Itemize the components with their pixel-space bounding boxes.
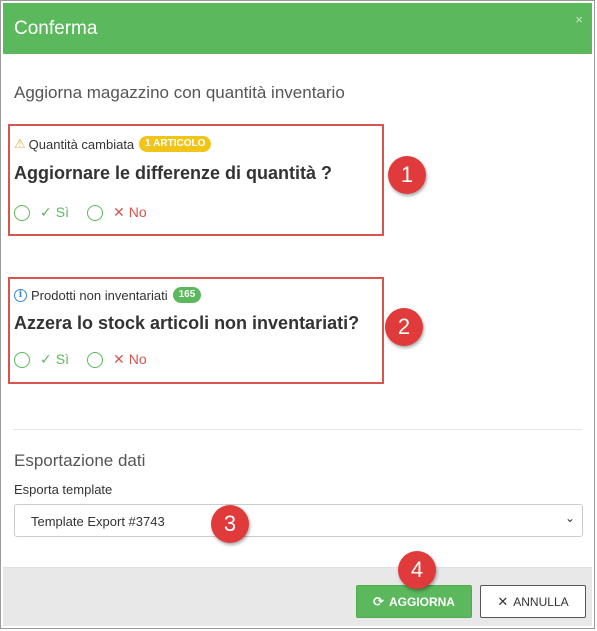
non-inventoried-label-row: i Prodotti non inventariati 165 bbox=[14, 287, 202, 303]
cancel-button-label: ANNULLA bbox=[513, 594, 569, 609]
close-icon[interactable]: × bbox=[575, 12, 583, 27]
confirm-dialog: Conferma × Aggiorna magazzino con quanti… bbox=[0, 0, 595, 629]
check-icon: ✓ bbox=[40, 351, 52, 367]
cross-icon: ✕ bbox=[112, 204, 125, 220]
dialog-subtitle: Aggiorna magazzino con quantità inventar… bbox=[14, 83, 345, 102]
update-differences-question: Aggiornare le differenze di quantità ? bbox=[14, 163, 333, 183]
quantity-changed-label-row: ⚠ Quantità cambiata 1 ARTICOLO bbox=[14, 136, 212, 152]
reset-stock-question: Azzera lo stock articoli non inventariat… bbox=[14, 313, 360, 333]
update-differences-no-option[interactable]: ✕ No bbox=[113, 204, 147, 221]
yes-label: Sì bbox=[55, 204, 69, 220]
update-differences-yes-radio[interactable] bbox=[14, 204, 30, 221]
export-template-select[interactable]: Template Export #3743 ⌄ bbox=[14, 504, 583, 537]
reset-stock-options: ✓ Sì ✕ No bbox=[14, 351, 147, 368]
step-marker-3: 3 bbox=[211, 505, 249, 543]
update-differences-yes-option[interactable]: ✓ Sì bbox=[40, 204, 69, 221]
no-label: No bbox=[128, 204, 147, 220]
article-count-badge: 1 ARTICOLO bbox=[139, 136, 212, 152]
step-marker-2: 2 bbox=[385, 308, 423, 346]
step-marker-1: 1 bbox=[388, 156, 426, 194]
dialog-title: Conferma bbox=[14, 18, 98, 39]
export-template-value: Template Export #3743 bbox=[31, 514, 165, 529]
non-inventoried-label: Prodotti non inventariati bbox=[31, 287, 168, 303]
step-marker-4: 4 bbox=[398, 551, 436, 589]
section-divider bbox=[13, 429, 582, 430]
dialog-header: Conferma × bbox=[3, 3, 592, 54]
update-differences-options: ✓ Sì ✕ No bbox=[14, 204, 147, 221]
non-inventoried-section: i Prodotti non inventariati 165 Azzera l… bbox=[8, 277, 384, 384]
close-icon: ✕ bbox=[497, 593, 509, 609]
reset-stock-yes-radio[interactable] bbox=[14, 351, 30, 368]
quantity-changed-section: ⚠ Quantità cambiata 1 ARTICOLO Aggiornar… bbox=[8, 124, 384, 236]
update-button[interactable]: ⟳ AGGIORNA bbox=[356, 585, 472, 618]
update-differences-no-radio[interactable] bbox=[86, 204, 103, 221]
reset-stock-yes-option[interactable]: ✓ Sì bbox=[40, 351, 69, 368]
cancel-button[interactable]: ✕ ANNULLA bbox=[480, 585, 586, 618]
export-section-title: Esportazione dati bbox=[14, 451, 146, 470]
warning-icon: ⚠ bbox=[14, 136, 26, 151]
reset-stock-no-option[interactable]: ✕ No bbox=[113, 351, 147, 368]
chevron-down-icon: ⌄ bbox=[564, 511, 575, 525]
check-icon: ✓ bbox=[40, 204, 52, 220]
update-button-label: AGGIORNA bbox=[388, 594, 455, 609]
non-inventoried-count-badge: 165 bbox=[172, 287, 202, 303]
no-label: No bbox=[128, 351, 147, 367]
cross-icon: ✕ bbox=[112, 351, 125, 367]
refresh-icon: ⟳ bbox=[373, 593, 384, 609]
reset-stock-no-radio[interactable] bbox=[86, 351, 103, 368]
export-template-label: Esporta template bbox=[14, 482, 113, 497]
quantity-changed-label: Quantità cambiata bbox=[28, 136, 135, 152]
yes-label: Sì bbox=[55, 351, 69, 367]
info-icon: i bbox=[14, 288, 27, 302]
dialog-footer: ⟳ AGGIORNA ✕ ANNULLA bbox=[3, 567, 592, 626]
